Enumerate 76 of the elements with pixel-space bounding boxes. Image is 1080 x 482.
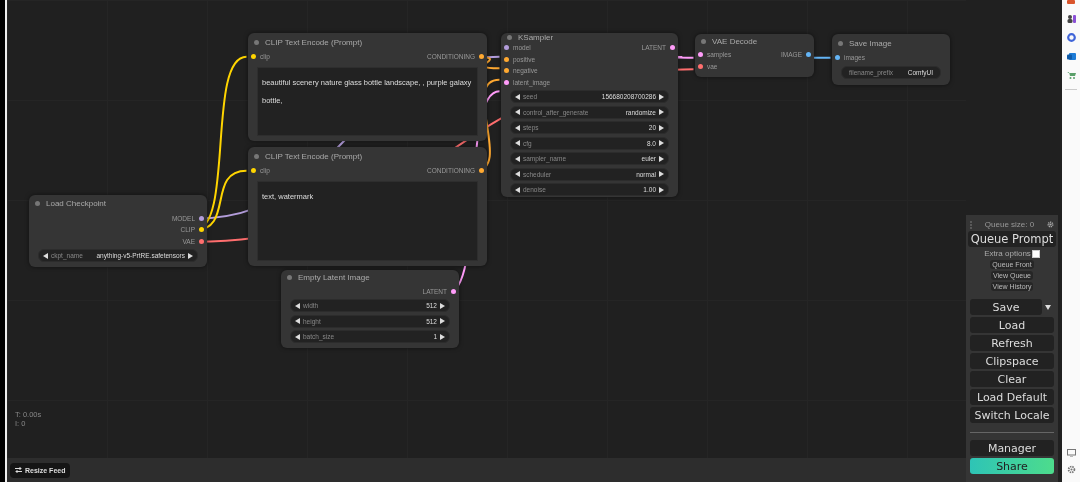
settings-icon[interactable] xyxy=(1047,221,1054,228)
left-arrow-icon[interactable] xyxy=(43,252,48,259)
queue-size-text: Queue size: 0 xyxy=(984,220,1035,229)
input-slot-dot[interactable] xyxy=(251,168,256,174)
right-arrow-icon[interactable] xyxy=(659,171,664,177)
menu-button[interactable]: Refresh xyxy=(970,335,1054,351)
drag-handle-icon[interactable] xyxy=(970,220,972,229)
menu-button[interactable]: Load Default xyxy=(970,389,1054,405)
swap-arrows-icon xyxy=(15,467,22,473)
right-arrow-icon[interactable] xyxy=(659,186,664,193)
manager-button[interactable]: Manager xyxy=(970,440,1054,456)
menu-button[interactable]: Clipspace xyxy=(970,353,1054,369)
input-slot-dot[interactable] xyxy=(835,55,840,61)
ring-icon[interactable] xyxy=(1066,33,1076,42)
node-title: CLIP Text Encode (Prompt) xyxy=(265,37,363,47)
output-slot-dot[interactable] xyxy=(479,168,484,174)
menu-button[interactable]: Switch Locale xyxy=(970,407,1054,423)
output-slot-dot[interactable] xyxy=(451,288,456,294)
extra-options-label: Extra options xyxy=(984,249,1031,258)
left-arrow-icon[interactable] xyxy=(515,93,520,100)
input-slot-dot[interactable] xyxy=(504,45,509,51)
collapse-dot-icon[interactable] xyxy=(254,39,259,45)
output-slot-dot[interactable] xyxy=(479,54,484,60)
right-arrow-icon[interactable] xyxy=(188,252,193,259)
left-arrow-icon[interactable] xyxy=(295,318,300,324)
screen-icon[interactable] xyxy=(1066,449,1076,457)
output-slot-dot[interactable] xyxy=(806,52,811,58)
right-arrow-icon[interactable] xyxy=(659,93,664,100)
left-arrow-icon[interactable] xyxy=(295,302,300,309)
input-slot-dot[interactable] xyxy=(698,63,703,69)
left-arrow-icon[interactable] xyxy=(515,155,520,162)
left-arrow-icon[interactable] xyxy=(295,333,300,340)
share-button[interactable]: Share xyxy=(970,458,1054,474)
collapse-dot-icon[interactable] xyxy=(701,39,706,44)
extra-options-checkbox[interactable] xyxy=(1031,249,1040,258)
mail-icon[interactable] xyxy=(1066,52,1076,61)
right-arrow-icon[interactable] xyxy=(659,109,664,115)
left-arrow-icon[interactable] xyxy=(515,124,520,131)
output-slot-dot[interactable] xyxy=(199,238,204,244)
collapse-dot-icon[interactable] xyxy=(507,35,512,40)
right-arrow-icon[interactable] xyxy=(440,318,445,324)
left-arrow-icon[interactable] xyxy=(515,109,520,115)
output-slot-dot[interactable] xyxy=(199,215,204,221)
person-icon[interactable] xyxy=(1066,14,1076,23)
menu-button[interactable]: Save xyxy=(970,299,1042,315)
collapse-dot-icon[interactable] xyxy=(287,275,292,281)
input-slot-dot[interactable] xyxy=(504,79,509,85)
collapse-dot-icon[interactable] xyxy=(35,201,40,207)
right-arrow-icon[interactable] xyxy=(440,333,445,340)
node-title: Empty Latent Image xyxy=(298,273,370,283)
right-arrow-icon[interactable] xyxy=(659,155,664,162)
node-title: Save Image xyxy=(849,38,892,48)
input-slot-dot[interactable] xyxy=(698,52,703,58)
queue-prompt-button[interactable]: Queue Prompt xyxy=(967,231,1057,247)
left-arrow-icon[interactable] xyxy=(515,171,520,177)
right-arrow-icon[interactable] xyxy=(659,140,664,146)
node-title: CLIP Text Encode (Prompt) xyxy=(265,151,363,161)
output-slot-dot[interactable] xyxy=(199,227,204,233)
settings-icon[interactable] xyxy=(1066,465,1076,474)
input-slot-dot[interactable] xyxy=(251,54,256,60)
menu-button[interactable]: Clear xyxy=(970,371,1054,387)
left-arrow-icon[interactable] xyxy=(515,186,520,193)
input-slot-dot[interactable] xyxy=(504,68,509,74)
collapse-dot-icon[interactable] xyxy=(838,40,843,46)
left-arrow-icon[interactable] xyxy=(515,140,520,146)
node-title: Load Checkpoint xyxy=(46,199,107,209)
node-title: VAE Decode xyxy=(712,37,758,46)
menu-button[interactable]: Load xyxy=(970,317,1054,333)
collapse-dot-icon[interactable] xyxy=(254,153,259,159)
cart-icon[interactable] xyxy=(1066,71,1076,79)
right-arrow-icon[interactable] xyxy=(440,302,445,309)
right-arrow-icon[interactable] xyxy=(659,124,664,131)
input-slot-dot[interactable] xyxy=(504,56,509,62)
node-title: KSampler xyxy=(518,33,554,42)
output-slot-dot[interactable] xyxy=(670,45,675,51)
caret-icon[interactable] xyxy=(1045,304,1051,310)
